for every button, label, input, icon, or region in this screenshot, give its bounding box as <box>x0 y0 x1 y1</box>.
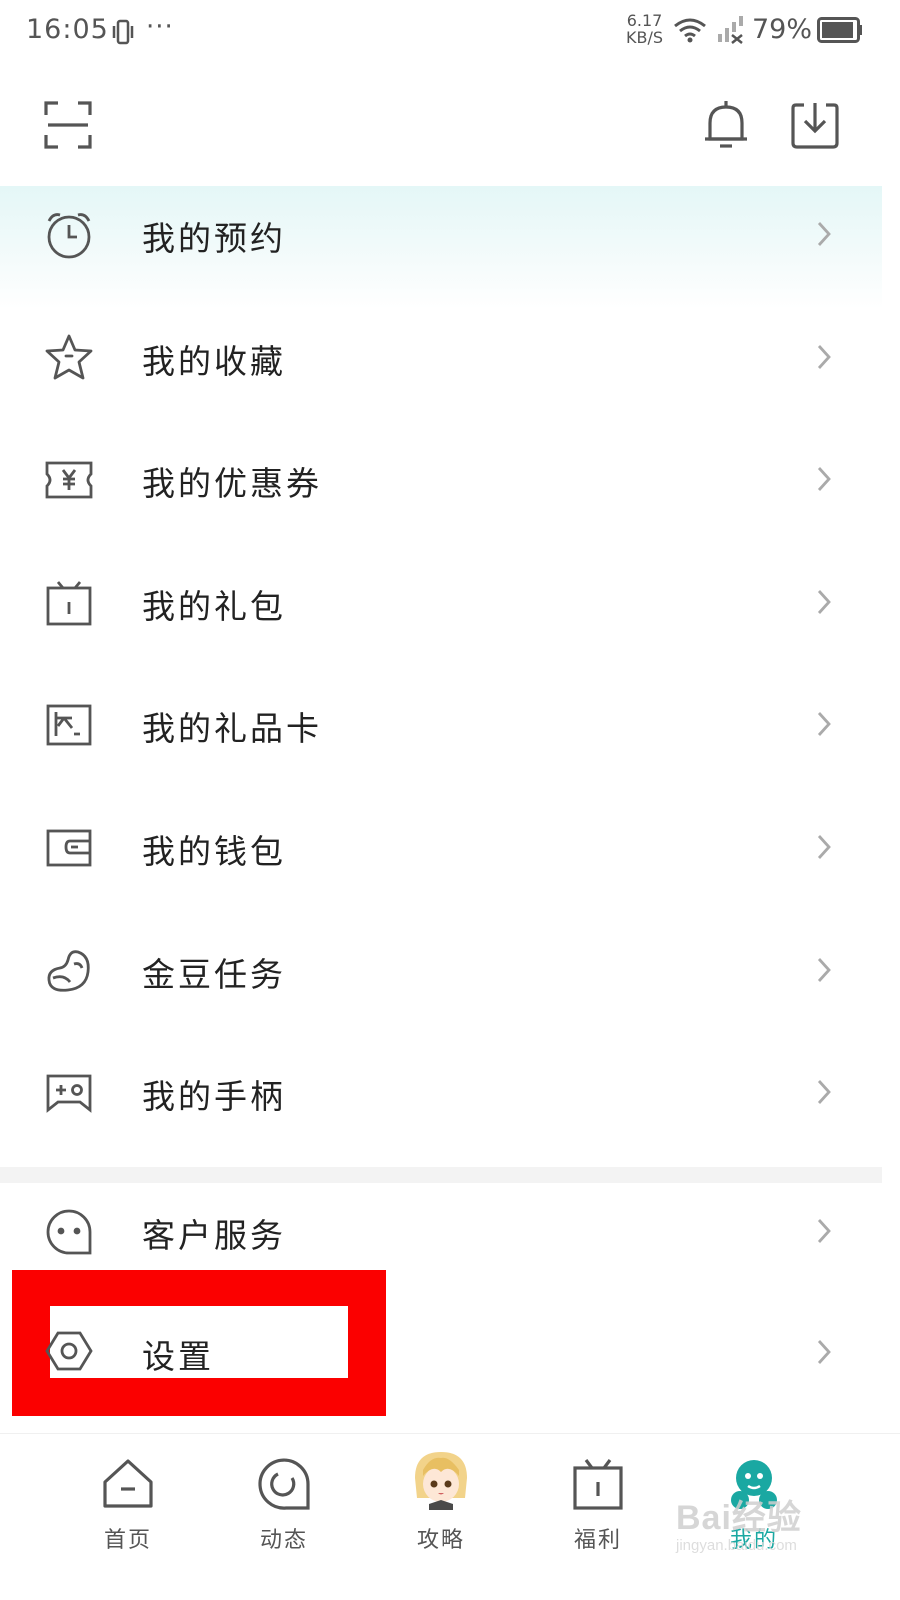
nav-label: 首页 <box>103 1528 152 1553</box>
top-toolbar <box>0 66 900 186</box>
chevron-right-icon <box>814 587 834 621</box>
more-notifications-icon: ··· <box>146 12 174 42</box>
chevron-right-icon <box>814 342 834 376</box>
alarm-clock-icon <box>44 210 94 260</box>
menu-item-label: 客户服务 <box>142 1215 286 1255</box>
coupon-icon <box>44 455 94 505</box>
bean-icon <box>44 946 94 996</box>
menu-list: 我的预约 我的收藏 我的优惠券 我的礼包 我的礼品卡 我的钱包 金豆任务 我的手… <box>0 186 882 1305</box>
battery-icon <box>817 16 863 48</box>
menu-item-label: 我的钱包 <box>142 831 286 871</box>
section-divider <box>0 1166 882 1183</box>
menu-item-label: 设置 <box>142 1337 214 1376</box>
nav-guides[interactable]: 攻略 <box>391 1448 491 1554</box>
chevron-right-icon <box>814 1337 834 1371</box>
menu-item-bean-tasks[interactable]: 金豆任务 <box>0 922 882 1045</box>
star-icon <box>44 333 94 383</box>
baidu-jingyan-watermark: Bai经验 jingyan.baidu.com <box>676 1490 802 1554</box>
nav-label: 攻略 <box>416 1528 465 1553</box>
menu-item-label: 我的优惠券 <box>142 464 322 504</box>
chevron-right-icon <box>814 832 834 866</box>
menu-item-label: 我的礼品卡 <box>142 709 322 749</box>
home-icon <box>78 1456 178 1516</box>
chevron-right-icon <box>814 464 834 498</box>
menu-item-label: 我的收藏 <box>142 341 286 381</box>
nav-label: 福利 <box>573 1528 622 1553</box>
status-time: 16:05 <box>26 14 109 45</box>
nav-benefits[interactable]: 福利 <box>548 1456 648 1554</box>
gift-box-icon <box>44 578 94 628</box>
menu-item-favorites[interactable]: 我的收藏 <box>0 309 882 432</box>
menu-item-gift-cards[interactable]: 我的礼品卡 <box>0 676 882 799</box>
menu-item-coupons[interactable]: 我的优惠券 <box>0 431 882 554</box>
chevron-right-icon <box>814 219 834 253</box>
battery-percent: 79% <box>752 14 813 45</box>
chevron-right-icon <box>814 955 834 989</box>
wallet-icon <box>44 823 94 873</box>
nav-label: 动态 <box>259 1528 308 1553</box>
status-bar: 16:05 ··· 6.17 KB/S 79% <box>0 0 900 66</box>
chevron-right-icon <box>814 709 834 743</box>
menu-item-label: 我的预约 <box>142 219 286 258</box>
feed-icon <box>234 1456 334 1516</box>
vibrate-icon <box>112 18 134 50</box>
menu-item-gift-packs[interactable]: 我的礼包 <box>0 554 882 677</box>
bell-icon[interactable] <box>702 99 750 155</box>
network-speed-unit: KB/S <box>626 28 664 47</box>
menu-item-label: 我的礼包 <box>142 586 286 626</box>
menu-item-label: 我的手柄 <box>142 1077 286 1117</box>
anime-avatar-icon <box>391 1448 491 1516</box>
menu-item-label: 金豆任务 <box>142 954 286 994</box>
scan-icon[interactable] <box>42 99 94 155</box>
nav-home[interactable]: 首页 <box>78 1456 178 1554</box>
nav-feed[interactable]: 动态 <box>234 1456 334 1554</box>
signal-icon <box>716 16 746 48</box>
gift-icon <box>548 1456 648 1516</box>
gamepad-icon <box>44 1068 94 1118</box>
customer-service-icon <box>44 1207 94 1257</box>
gift-card-icon <box>44 700 94 750</box>
bottom-navigation: 首页 动态 攻略 福利 我的 Bai经验 jingyan.baidu.com <box>0 1434 900 1600</box>
network-speed: 6.17 KB/S <box>626 12 663 46</box>
menu-item-wallet[interactable]: 我的钱包 <box>0 799 882 922</box>
watermark-logo: Bai经验 <box>676 1499 802 1537</box>
chevron-right-icon <box>814 1077 834 1111</box>
menu-item-reservations[interactable]: 我的预约 <box>0 186 882 309</box>
settings-icon <box>44 1326 94 1380</box>
download-icon[interactable] <box>790 99 840 155</box>
wifi-icon <box>672 16 708 48</box>
watermark-url: jingyan.baidu.com <box>676 1537 797 1554</box>
menu-item-gamepad[interactable]: 我的手柄 <box>0 1044 882 1167</box>
chevron-right-icon <box>814 1216 834 1250</box>
